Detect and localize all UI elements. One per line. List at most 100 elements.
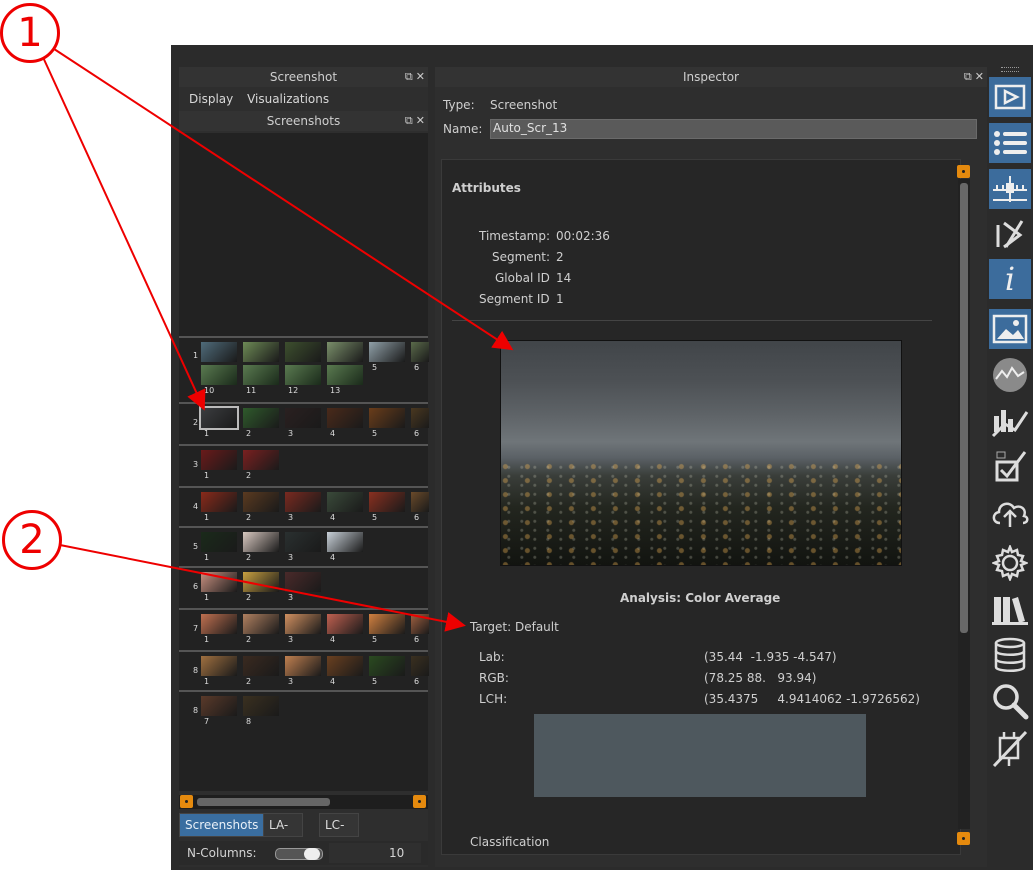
player-icon[interactable] — [989, 77, 1031, 117]
screenshot-thumbnail[interactable] — [411, 614, 429, 634]
thumbnail-index: 1 — [204, 553, 210, 562]
chart-icon[interactable] — [989, 401, 1031, 441]
city-lights — [501, 461, 901, 565]
tab-lc-view[interactable]: LC-View — [319, 813, 360, 854]
menu-visualizations[interactable]: Visualizations — [247, 92, 329, 106]
screenshot-thumbnail[interactable] — [327, 614, 363, 634]
thumbnail-index: 3 — [288, 635, 294, 644]
menu-display[interactable]: Display — [189, 92, 233, 106]
screenshot-thumbnail[interactable] — [369, 408, 405, 428]
float-icon[interactable]: ⧉ — [964, 70, 972, 83]
settings-icon[interactable] — [989, 543, 1031, 583]
screenshot-thumbnail[interactable] — [369, 492, 405, 512]
screenshot-thumbnail[interactable] — [243, 365, 279, 385]
screenshot-thumbnail[interactable] — [285, 572, 321, 592]
float-icon[interactable]: ⧉ — [405, 70, 413, 83]
scrollbar-handle[interactable] — [197, 798, 330, 806]
thumbnail-index: 13 — [330, 386, 341, 395]
screenshot-thumbnail[interactable] — [369, 342, 405, 362]
screenshot-grid[interactable]: 1 5 6 10 11 12 13 2 1 2 3 4 5 6 3 1 2 4 1 2 3 4 5 6 5 1 2 3 4 6 1 2 3 7 1 2… — [179, 133, 429, 791]
screenshot-thumbnail[interactable] — [201, 614, 237, 634]
database-icon[interactable] — [989, 635, 1031, 675]
info-icon[interactable]: i — [989, 259, 1031, 299]
thumbnail-index: 10 — [204, 386, 215, 395]
float-icon[interactable]: ⧉ — [405, 114, 413, 127]
search-icon[interactable] — [989, 681, 1031, 721]
ncolumns-slider[interactable] — [275, 848, 323, 860]
screenshot-thumbnail[interactable] — [243, 342, 279, 362]
screenshot-thumbnail[interactable] — [201, 342, 237, 362]
tab-screenshots[interactable]: Screenshots — [179, 813, 265, 837]
screenshot-thumbnail[interactable] — [411, 342, 429, 362]
scroll-right-button[interactable] — [413, 795, 426, 808]
ncolumns-label: N-Columns: — [187, 846, 257, 860]
image-icon[interactable] — [989, 309, 1031, 349]
screenshot-thumbnail[interactable] — [201, 572, 237, 592]
annotation-circle-2: 2 — [2, 510, 62, 570]
screenshot-thumbnail[interactable] — [285, 365, 321, 385]
screenshot-thumbnail[interactable] — [411, 492, 429, 512]
thumbnail-index: 4 — [330, 513, 336, 522]
screenshot-menu: Display Visualizations — [179, 87, 428, 111]
screenshot-thumbnail[interactable] — [285, 408, 321, 428]
colorimetry-icon[interactable] — [989, 355, 1031, 395]
scroll-up-button[interactable] — [957, 165, 970, 178]
horizontal-scrollbar[interactable] — [179, 795, 428, 809]
slider-knob[interactable] — [304, 848, 320, 860]
screenshot-thumbnail[interactable] — [411, 656, 429, 676]
library-icon[interactable] — [989, 589, 1031, 629]
screenshot-thumbnail[interactable] — [327, 532, 363, 552]
segment-row: 1 5 6 10 11 12 13 — [179, 336, 429, 400]
screenshot-thumbnail[interactable] — [285, 614, 321, 634]
screenshot-thumbnail[interactable] — [327, 656, 363, 676]
screenshot-thumbnail[interactable] — [327, 342, 363, 362]
screenshot-thumbnail[interactable] — [201, 492, 237, 512]
screenshot-thumbnail[interactable] — [201, 450, 237, 470]
screenshot-thumbnail[interactable] — [243, 656, 279, 676]
name-field[interactable]: Auto_Scr_13 — [490, 119, 977, 139]
screenshot-thumbnail[interactable] — [243, 572, 279, 592]
screenshot-thumbnail[interactable] — [201, 656, 237, 676]
checklist-icon[interactable] — [989, 447, 1031, 487]
screenshot-thumbnail[interactable] — [201, 365, 237, 385]
list-icon[interactable] — [989, 123, 1031, 163]
close-icon[interactable]: ✕ — [416, 114, 425, 127]
close-icon[interactable]: ✕ — [975, 70, 984, 83]
screenshot-thumbnail[interactable] — [199, 406, 239, 430]
close-icon[interactable]: ✕ — [416, 70, 425, 83]
screenshot-thumbnail[interactable] — [243, 614, 279, 634]
scroll-left-button[interactable] — [180, 795, 193, 808]
timeline-icon[interactable] — [989, 169, 1031, 209]
screenshot-thumbnail[interactable] — [285, 656, 321, 676]
screenshot-thumbnail[interactable] — [411, 408, 429, 428]
plugin-disabled-icon[interactable] — [989, 729, 1031, 769]
scrollbar-handle[interactable] — [960, 183, 968, 633]
segment-row: 51 2 3 4 — [179, 526, 428, 568]
scroll-down-button[interactable] — [957, 832, 970, 845]
screenshot-thumbnail[interactable] — [327, 408, 363, 428]
screenshot-thumbnail[interactable] — [243, 408, 279, 428]
screenshot-thumbnail[interactable] — [201, 532, 237, 552]
screenshot-thumbnail[interactable] — [201, 696, 237, 716]
screenshot-thumbnail[interactable] — [243, 450, 279, 470]
screenshot-thumbnail[interactable] — [327, 492, 363, 512]
segment-number: 1 — [193, 351, 199, 360]
screenshot-thumbnail[interactable] — [369, 614, 405, 634]
screenshot-thumbnail[interactable] — [369, 656, 405, 676]
rgb-value: (78.25 88. 93.94) — [704, 671, 817, 685]
tab-la-view[interactable]: LA-View — [263, 813, 304, 854]
ncolumns-field[interactable] — [329, 843, 421, 863]
screenshot-thumbnail[interactable] — [243, 532, 279, 552]
filter-icon[interactable] — [989, 215, 1031, 255]
inspector-scrollbar[interactable] — [955, 165, 973, 845]
screenshot-thumbnail[interactable] — [285, 532, 321, 552]
cloud-upload-icon[interactable] — [989, 493, 1031, 533]
screenshot-thumbnail[interactable] — [243, 492, 279, 512]
screenshot-thumbnail[interactable] — [243, 696, 279, 716]
tool-sidebar: i — [987, 67, 1033, 867]
screenshot-thumbnail[interactable] — [285, 492, 321, 512]
screenshot-thumbnail[interactable] — [327, 365, 363, 385]
thumbnail-index: 2 — [246, 429, 252, 438]
screenshot-thumbnail[interactable] — [285, 342, 321, 362]
segment-number: 4 — [193, 502, 199, 511]
